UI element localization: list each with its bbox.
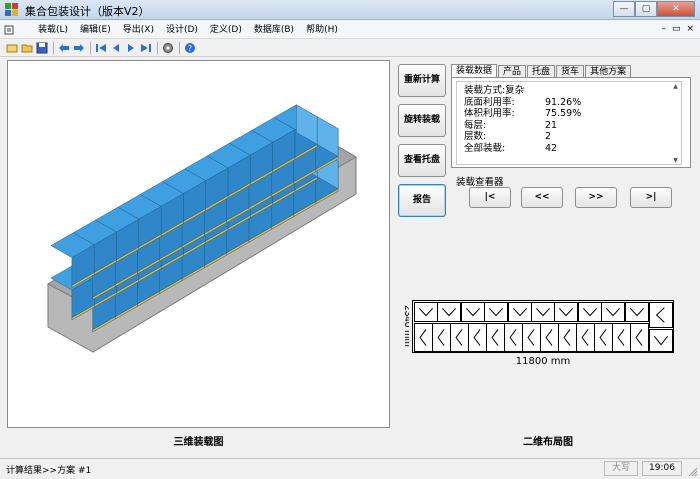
forward-icon[interactable] <box>73 42 85 54</box>
load-data-panel: 装载方式:复杂 底面利用率: 91.26% 体积利用率: 75.59% 每层: 21 层数: 2… <box>451 77 691 168</box>
tab-strip: 装载数据 产品 托盘 货车 其他方案 <box>451 64 632 78</box>
app-icon <box>5 3 19 17</box>
rotate-load-button[interactable]: 旋转装载 <box>398 104 446 137</box>
scroll-down-icon[interactable]: ▼ <box>671 157 680 164</box>
viewer-prev-button[interactable]: << <box>521 187 563 208</box>
save-icon[interactable] <box>36 42 48 54</box>
layout-cell <box>531 302 555 322</box>
new-icon[interactable] <box>6 42 18 54</box>
close-button[interactable]: ✕ <box>657 1 695 17</box>
load-data-list[interactable]: 装载方式:复杂 底面利用率: 91.26% 体积利用率: 75.59% 每层: 21 层数: 2… <box>456 81 682 165</box>
3d-view-label: 三维装载图 <box>173 437 224 448</box>
next-icon[interactable] <box>125 42 137 54</box>
maximize-button[interactable]: ▢ <box>635 1 657 17</box>
window-title: 集合包装设计（版本V2） <box>25 5 150 18</box>
resize-grip-icon[interactable] <box>688 467 698 477</box>
menu-item-0[interactable]: 装载(L) <box>32 24 74 36</box>
layout-cell <box>460 302 485 322</box>
2d-layout-diagram <box>412 300 674 353</box>
load-data-label: 每层: <box>464 119 487 131</box>
load-data-value: 42 <box>545 142 558 154</box>
help-icon[interactable]: ? <box>184 42 196 54</box>
title-bar: 集合包装设计（版本V2） — ▢ ✕ <box>0 0 700 20</box>
mdi-minimize-button[interactable]: – <box>661 24 666 34</box>
toolbar: ? <box>0 39 700 57</box>
layout-cell <box>649 329 673 352</box>
status-bar: 计算结果>>方案 #1 大写 19:06 <box>0 458 700 479</box>
menu-bar: 装载(L) 编辑(E) 导出(X) 设计(D) 定义(D) 数据库(B) 帮助(H) – ▭… <box>0 21 700 39</box>
width-dimension: 11800 mm <box>515 356 571 367</box>
settings-icon[interactable] <box>162 42 174 54</box>
mdi-close-button[interactable]: × <box>686 24 694 34</box>
3d-container-render <box>46 104 357 353</box>
scrollbar[interactable]: ▲ ▼ <box>671 83 680 164</box>
layout-cell <box>649 302 673 328</box>
layout-cell <box>414 323 433 352</box>
menu-item-5[interactable]: 数据库(B) <box>248 24 300 36</box>
report-button[interactable]: 报告 <box>398 184 446 217</box>
load-data-value: 75.59% <box>545 108 582 119</box>
load-data-value: 21 <box>545 119 558 131</box>
caps-lock-indicator: 大写 <box>604 461 638 476</box>
layout-cell <box>577 302 602 322</box>
prev-icon[interactable] <box>110 42 122 54</box>
view-pallet-button[interactable]: 查看托盘 <box>398 144 446 177</box>
mdi-restore-button[interactable]: ▭ <box>672 24 681 34</box>
load-viewer-label: 装载查看器 <box>456 177 504 188</box>
load-data-label: 层数: <box>464 131 487 142</box>
3d-view-panel[interactable] <box>7 60 390 428</box>
last-icon[interactable] <box>140 42 152 54</box>
open-icon[interactable] <box>21 42 33 54</box>
document-icon <box>4 25 14 35</box>
svg-text:?: ? <box>188 44 192 53</box>
first-icon[interactable] <box>95 42 107 54</box>
menu-item-6[interactable]: 帮助(H) <box>300 24 344 36</box>
load-data-value: 91.26% <box>545 96 582 108</box>
load-data-label: 装载方式:复杂 <box>464 85 525 96</box>
layout-cell <box>554 302 579 322</box>
viewer-next-button[interactable]: >> <box>575 187 617 208</box>
menu-item-3[interactable]: 设计(D) <box>160 24 204 36</box>
layout-cell <box>486 323 505 352</box>
menu-item-4[interactable]: 定义(D) <box>204 24 248 36</box>
layout-cell <box>450 323 469 352</box>
layout-cell <box>630 323 649 352</box>
load-data-label: 全部装载: <box>464 142 506 154</box>
minimize-button[interactable]: — <box>613 1 635 17</box>
svg-text:2340 mm: 2340 mm <box>402 305 409 347</box>
layout-cell <box>504 323 523 352</box>
layout-cell <box>576 323 595 352</box>
recalculate-button[interactable]: 重新计算 <box>398 64 446 97</box>
layout-cell <box>437 302 462 322</box>
load-data-label: 底面利用率: <box>464 96 515 108</box>
layout-cell <box>624 302 649 322</box>
scroll-up-icon[interactable]: ▲ <box>671 83 680 90</box>
viewer-last-button[interactable]: >| <box>630 187 672 208</box>
height-dimension: 2340 mm <box>402 305 409 347</box>
layout-cell <box>594 323 613 352</box>
clock: 19:06 <box>642 461 682 476</box>
layout-cell <box>414 302 438 322</box>
layout-cell <box>540 323 559 352</box>
viewer-first-button[interactable]: |< <box>469 187 511 208</box>
layout-cell <box>507 302 532 322</box>
layout-cell <box>432 323 451 352</box>
tab-0[interactable]: 装载数据 <box>451 64 498 78</box>
back-icon[interactable] <box>58 42 70 54</box>
layout-cell <box>484 302 509 322</box>
load-data-label: 体积利用率: <box>464 108 515 119</box>
load-data-value: 2 <box>545 131 552 142</box>
layout-cell <box>522 323 541 352</box>
layout-cell <box>601 302 626 322</box>
layout-cell <box>558 323 577 352</box>
layout-cell <box>468 323 487 352</box>
status-text: 计算结果>>方案 #1 <box>6 466 92 476</box>
2d-layout-label: 二维布局图 <box>523 437 573 448</box>
layout-cell <box>612 323 631 352</box>
menu-item-1[interactable]: 编辑(E) <box>74 24 117 36</box>
menu-item-2[interactable]: 导出(X) <box>117 24 160 36</box>
